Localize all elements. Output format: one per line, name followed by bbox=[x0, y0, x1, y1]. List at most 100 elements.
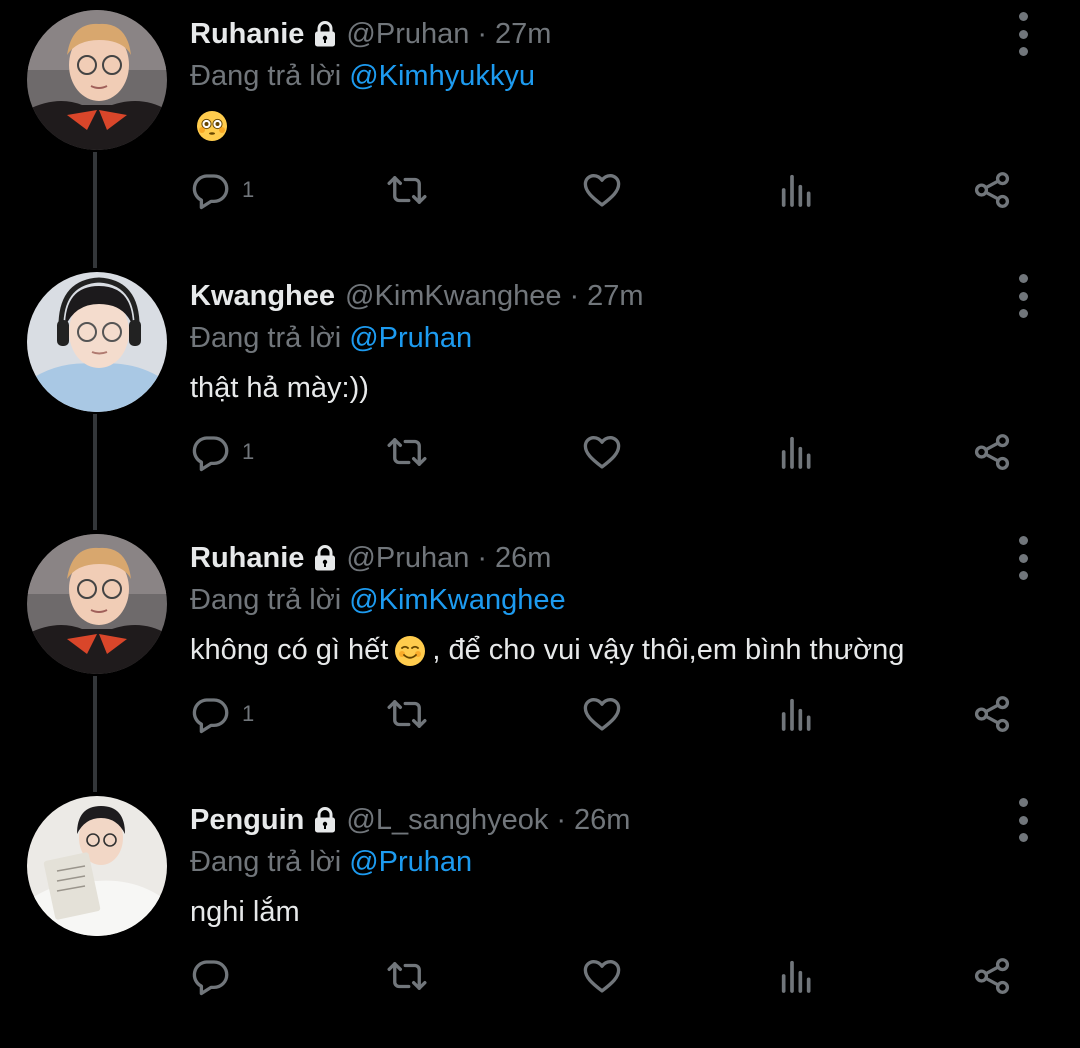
share-icon bbox=[970, 955, 1014, 997]
more-icon[interactable] bbox=[1010, 536, 1036, 580]
tweet-text: , để cho vui vậy thôi,em bình thường bbox=[432, 634, 905, 666]
separator: · bbox=[569, 279, 580, 312]
retweet-button[interactable] bbox=[384, 428, 430, 476]
tweet-reply[interactable]: Ruhanie @Pruhan · 26m Đang trả lời @KimKwangh… bbox=[0, 524, 1080, 786]
mention-link[interactable]: @Pruhan bbox=[349, 846, 472, 879]
retweet-icon bbox=[384, 431, 430, 473]
share-icon bbox=[970, 169, 1014, 211]
share-button[interactable] bbox=[970, 690, 1014, 738]
timestamp[interactable]: 27m bbox=[587, 280, 643, 313]
username-handle[interactable]: @Pruhan bbox=[346, 18, 469, 51]
analytics-button[interactable] bbox=[777, 428, 817, 476]
mention-link[interactable]: @Kimhyukkyu bbox=[349, 60, 535, 93]
avatar[interactable] bbox=[27, 272, 167, 412]
analytics-icon bbox=[777, 169, 817, 211]
tweet-text: thật hả mày:)) bbox=[190, 372, 369, 404]
share-icon bbox=[970, 693, 1014, 735]
replying-to: Đang trả lời @Pruhan bbox=[190, 842, 472, 882]
avatar[interactable] bbox=[27, 534, 167, 674]
tweet-header: Penguin @L_sanghyeok · 26m bbox=[190, 800, 630, 840]
retweet-icon bbox=[384, 169, 430, 211]
replying-to-label: Đang trả lời bbox=[190, 321, 342, 354]
analytics-button[interactable] bbox=[777, 952, 817, 1000]
retweet-icon bbox=[384, 693, 430, 735]
emoji-smiling-face bbox=[394, 635, 426, 667]
analytics-icon bbox=[777, 955, 817, 997]
retweet-button[interactable] bbox=[384, 952, 430, 1000]
like-icon bbox=[580, 431, 624, 473]
reply-button[interactable]: 1 bbox=[190, 166, 254, 214]
username-handle[interactable]: @L_sanghyeok bbox=[346, 804, 548, 837]
share-button[interactable] bbox=[970, 952, 1014, 1000]
like-icon bbox=[580, 693, 624, 735]
replying-to: Đang trả lời @Pruhan bbox=[190, 318, 472, 358]
like-button[interactable] bbox=[580, 952, 624, 1000]
action-bar: 1 bbox=[190, 690, 1030, 738]
retweet-icon bbox=[384, 955, 430, 997]
reply-icon bbox=[190, 431, 232, 473]
like-icon bbox=[580, 955, 624, 997]
reply-button[interactable] bbox=[190, 952, 242, 1000]
replying-to: Đang trả lời @KimKwanghee bbox=[190, 580, 566, 620]
replying-to-label: Đang trả lời bbox=[190, 59, 342, 92]
replying-to: Đang trả lời @Kimhyukkyu bbox=[190, 56, 535, 96]
display-name[interactable]: Penguin bbox=[190, 804, 304, 837]
emoji-flushed-face bbox=[196, 110, 228, 142]
tweet-header: Ruhanie @Pruhan · 26m bbox=[190, 538, 551, 578]
share-button[interactable] bbox=[970, 166, 1014, 214]
tweet-header: Kwanghee @KimKwanghee · 27m bbox=[190, 276, 644, 316]
tweet-reply[interactable]: Ruhanie @Pruhan · 27m Đang trả lời @Kimhyukky… bbox=[0, 0, 1080, 262]
replying-to-label: Đang trả lời bbox=[190, 845, 342, 878]
tweet-body bbox=[190, 110, 234, 142]
tweet-text: không có gì hết bbox=[190, 634, 389, 666]
tweet-body: thật hả mày:)) bbox=[190, 372, 369, 405]
retweet-button[interactable] bbox=[384, 690, 430, 738]
reply-button[interactable]: 1 bbox=[190, 690, 254, 738]
lock-icon bbox=[312, 20, 338, 48]
action-bar bbox=[190, 952, 1030, 1000]
avatar[interactable] bbox=[27, 796, 167, 936]
tweet-reply[interactable]: Kwanghee @KimKwanghee · 27m Đang trả lời @Pru… bbox=[0, 262, 1080, 524]
tweet-reply[interactable]: Penguin @L_sanghyeok · 26m Đang trả lời @Pruh… bbox=[0, 786, 1080, 1048]
more-icon[interactable] bbox=[1010, 12, 1036, 56]
analytics-icon bbox=[777, 693, 817, 735]
like-button[interactable] bbox=[580, 690, 624, 738]
action-bar: 1 bbox=[190, 428, 1030, 476]
reply-icon bbox=[190, 955, 232, 997]
tweet-body: nghi lắm bbox=[190, 896, 300, 929]
tweet-body: không có gì hết , để cho vui vậy thôi,em … bbox=[190, 634, 904, 667]
reply-count: 1 bbox=[242, 701, 255, 726]
analytics-icon bbox=[777, 431, 817, 473]
username-handle[interactable]: @Pruhan bbox=[346, 542, 469, 575]
mention-link[interactable]: @KimKwanghee bbox=[349, 584, 565, 617]
display-name[interactable]: Kwanghee bbox=[190, 280, 335, 313]
like-button[interactable] bbox=[580, 428, 624, 476]
reply-count: 1 bbox=[242, 177, 255, 202]
reply-count: 1 bbox=[242, 439, 255, 464]
analytics-button[interactable] bbox=[777, 166, 817, 214]
tweet-header: Ruhanie @Pruhan · 27m bbox=[190, 14, 551, 54]
timestamp[interactable]: 26m bbox=[574, 804, 630, 837]
replying-to-label: Đang trả lời bbox=[190, 583, 342, 616]
display-name[interactable]: Ruhanie bbox=[190, 542, 304, 575]
avatar[interactable] bbox=[27, 10, 167, 150]
reply-button[interactable]: 1 bbox=[190, 428, 254, 476]
like-button[interactable] bbox=[580, 166, 624, 214]
share-icon bbox=[970, 431, 1014, 473]
more-icon[interactable] bbox=[1010, 798, 1036, 842]
username-handle[interactable]: @KimKwanghee bbox=[345, 280, 561, 313]
timestamp[interactable]: 27m bbox=[495, 18, 551, 51]
share-button[interactable] bbox=[970, 428, 1014, 476]
reply-icon bbox=[190, 693, 232, 735]
lock-icon bbox=[312, 544, 338, 572]
analytics-button[interactable] bbox=[777, 690, 817, 738]
retweet-button[interactable] bbox=[384, 166, 430, 214]
timestamp[interactable]: 26m bbox=[495, 542, 551, 575]
reply-icon bbox=[190, 169, 232, 211]
display-name[interactable]: Ruhanie bbox=[190, 18, 304, 51]
separator: · bbox=[477, 541, 488, 574]
like-icon bbox=[580, 169, 624, 211]
separator: · bbox=[556, 803, 567, 836]
mention-link[interactable]: @Pruhan bbox=[349, 322, 472, 355]
more-icon[interactable] bbox=[1010, 274, 1036, 318]
